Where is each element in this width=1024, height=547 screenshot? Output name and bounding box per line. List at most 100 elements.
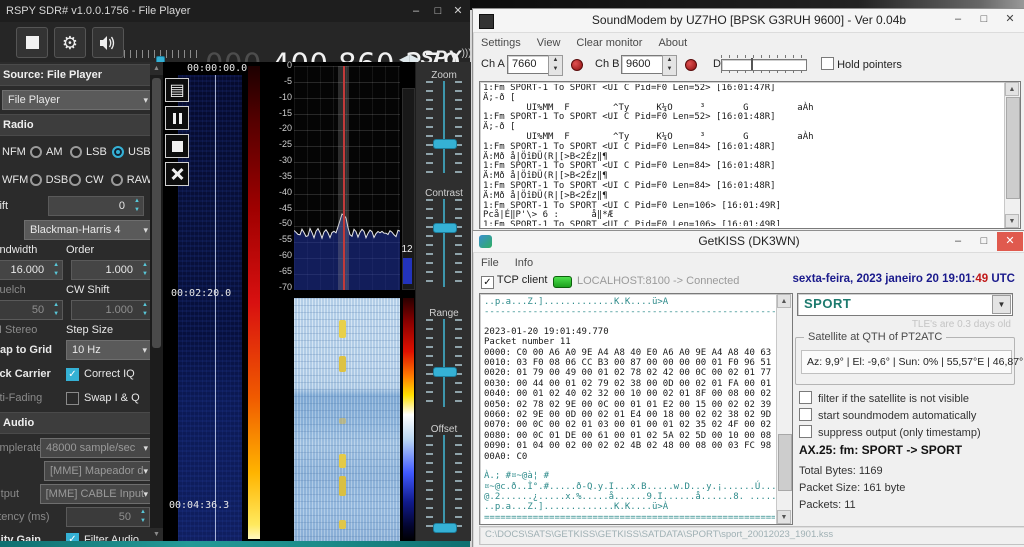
scroll-down-icon[interactable]: ▼ — [777, 510, 791, 524]
mode-lsb-radio[interactable]: LSB — [70, 146, 112, 158]
anti-fading-label: Anti-Fading — [0, 392, 66, 404]
channel-a-spinner[interactable]: ▲▼ — [548, 55, 563, 76]
sdrsharp-window: RSPY SDR# v1.0.0.1756 - File Player – □ … — [0, 0, 470, 541]
swap-iq-checkbox[interactable] — [66, 392, 79, 405]
menu-clear-monitor[interactable]: Clear monitor — [576, 37, 642, 49]
shift-spinner[interactable]: 0▲▼ — [48, 196, 144, 216]
hex-line: 0090: 01 04 00 02 00 02 02 4B 02 48 00 0… — [484, 441, 775, 451]
filter-window-select[interactable]: Blackman-Harris 4▾ — [24, 220, 150, 240]
mode-usb-radio[interactable]: USB — [112, 146, 150, 158]
sdr-minimize-button[interactable]: – — [406, 0, 426, 22]
sdr-display-area: 00:00:00.0 ▤ 00:02:20.0 00:04:36.3 0-5-1… — [163, 62, 415, 541]
snap-to-grid-label: Snap to Grid — [0, 344, 66, 356]
contrast-slider-thumb[interactable] — [433, 223, 457, 233]
playlist-button[interactable]: ▤ — [165, 78, 189, 102]
packet-hex-panel[interactable]: ..p.a...Z.].............K.K....ü>À------… — [479, 293, 793, 525]
hex-scrollbar[interactable]: ▲ ▼ — [776, 294, 792, 524]
mode-am-radio[interactable]: AM — [30, 146, 70, 158]
mode-raw-radio[interactable]: RAW — [111, 174, 150, 186]
sdr-maximize-button[interactable]: □ — [428, 0, 448, 22]
chevron-down-icon[interactable]: ▼ — [992, 295, 1011, 314]
file-tools-button[interactable] — [165, 162, 189, 186]
step-size-select[interactable]: 10 Hz▾ — [66, 340, 150, 360]
offset-slider-thumb[interactable] — [433, 523, 457, 533]
sdr-titlebar: RSPY SDR# v1.0.0.1756 - File Player – □ … — [0, 0, 470, 22]
soundmodem-minimize-button[interactable]: – — [945, 10, 971, 29]
scroll-up-icon[interactable]: ▲ — [150, 62, 163, 75]
sidebar-scrollbar[interactable]: ▲ ▼ — [150, 62, 163, 541]
connection-status: LOCALHOST:8100 -> Connected — [577, 275, 739, 287]
range-slider-thumb[interactable] — [433, 367, 457, 377]
channel-b-spinner[interactable]: ▲▼ — [662, 55, 677, 76]
latency-spinner[interactable]: 50▲▼ — [66, 507, 150, 527]
radio-section-header[interactable]: Radio — [0, 114, 150, 136]
zoom-slider-thumb[interactable] — [433, 139, 457, 149]
tcp-client-checkbox[interactable]: ✓ TCP client — [481, 274, 547, 289]
db-tick-label: -55 — [260, 234, 292, 244]
hold-pointers-checkbox[interactable]: Hold pointers — [821, 57, 902, 71]
audio-mute-button[interactable] — [92, 27, 124, 58]
monitor-scrollbar-thumb[interactable] — [1006, 97, 1020, 199]
offset-slider[interactable]: Offset — [424, 424, 464, 533]
menu-view[interactable]: View — [537, 37, 561, 49]
pause-button[interactable] — [165, 106, 189, 130]
filter-visible-checkbox[interactable]: filter if the satellite is not visible — [799, 391, 969, 405]
menu-about[interactable]: About — [658, 37, 687, 49]
getkiss-maximize-button[interactable]: □ — [971, 232, 997, 251]
sdr-close-button[interactable]: ✕ — [448, 0, 468, 22]
correct-iq-checkbox[interactable]: ✓ — [66, 368, 79, 381]
menu-info[interactable]: Info — [515, 257, 533, 269]
getkiss-title: GetKISS (DK3WN) — [698, 234, 799, 248]
samplerate-select[interactable]: 48000 sample/sec▾ — [40, 438, 150, 458]
channel-b-input[interactable]: 9600 — [621, 55, 667, 74]
channel-a-input[interactable]: 7660 — [507, 55, 553, 74]
mode-wfm-radio[interactable]: WFM — [0, 174, 30, 186]
mode-nfm-radio[interactable]: NFM — [0, 146, 30, 158]
monitor-scrollbar[interactable]: ▲ ▼ — [1004, 82, 1020, 228]
scroll-up-icon[interactable]: ▲ — [1005, 82, 1019, 96]
range-slider[interactable]: Range — [424, 308, 464, 407]
getkiss-close-button[interactable]: ✕ — [997, 232, 1023, 251]
datetime-utc: sexta-feira, 2023 janeiro 20 19:01:49 UT… — [793, 273, 1015, 285]
stop-file-button[interactable] — [165, 134, 189, 158]
signal-burst — [339, 476, 346, 496]
squelch-spinner[interactable]: 50▲▼ — [0, 300, 63, 320]
contrast-slider[interactable]: Contrast — [424, 188, 464, 287]
stop-playback-button[interactable] — [16, 27, 48, 58]
audio-output-select[interactable]: [MME] CABLE Input▾ — [40, 484, 150, 504]
pause-icon — [173, 113, 182, 124]
satellite-select[interactable]: SPORT ▼ — [797, 293, 1013, 316]
tuning-line[interactable] — [343, 66, 345, 290]
menu-settings[interactable]: Settings — [481, 37, 521, 49]
autostart-soundmodem-checkbox[interactable]: start soundmodem automatically — [799, 408, 976, 422]
menu-file[interactable]: File — [481, 257, 499, 269]
suppress-output-checkbox[interactable]: suppress output (only timestamp) — [799, 425, 981, 439]
cw-shift-spinner[interactable]: 1.000▲▼ — [71, 300, 150, 320]
soundmodem-monitor[interactable]: 1:Fm SPORT-1 To SPORT <UI C Pid=F0 Len=5… — [479, 81, 1021, 229]
bandwidth-spinner[interactable]: 16.000▲▼ — [0, 260, 63, 280]
audio-section-header[interactable]: Audio — [0, 412, 150, 434]
scroll-down-icon[interactable]: ▼ — [1005, 214, 1019, 228]
scroll-up-icon[interactable]: ▲ — [777, 294, 791, 308]
sdr-toolbar: ⚙ 000.400.860.379 ◀▶SPY))) — [0, 22, 470, 63]
settings-button[interactable]: ⚙ — [54, 27, 86, 58]
hex-scrollbar-thumb[interactable] — [778, 434, 792, 491]
scroll-down-icon[interactable]: ▼ — [150, 528, 163, 541]
spectrum-display[interactable] — [294, 66, 400, 290]
mode-dsb-radio[interactable]: DSB — [30, 174, 70, 186]
zoom-slider[interactable]: Zoom — [424, 70, 464, 173]
mode-cw-radio[interactable]: CW — [69, 174, 111, 186]
dcd-threshold-slider[interactable] — [721, 55, 805, 73]
getkiss-minimize-button[interactable]: – — [945, 232, 971, 251]
order-spinner[interactable]: 1.000▲▼ — [71, 260, 150, 280]
soundmodem-close-button[interactable]: ✕ — [997, 10, 1023, 29]
source-select[interactable]: File Player▾ — [2, 90, 150, 110]
dcd-threshold-pointer[interactable] — [751, 58, 753, 70]
filter-audio-checkbox[interactable]: ✓ — [66, 533, 79, 541]
audio-input-select[interactable]: [MME] Mapeador d▾ — [44, 461, 150, 481]
sidebar-scrollbar-thumb[interactable] — [152, 78, 161, 348]
main-waterfall[interactable] — [294, 298, 400, 541]
source-section-header[interactable]: Source: File Player — [0, 64, 150, 86]
soundmodem-maximize-button[interactable]: □ — [971, 10, 997, 29]
hex-packet-dump: 2023-01-20 19:01:49.770Packet number 110… — [484, 327, 775, 462]
